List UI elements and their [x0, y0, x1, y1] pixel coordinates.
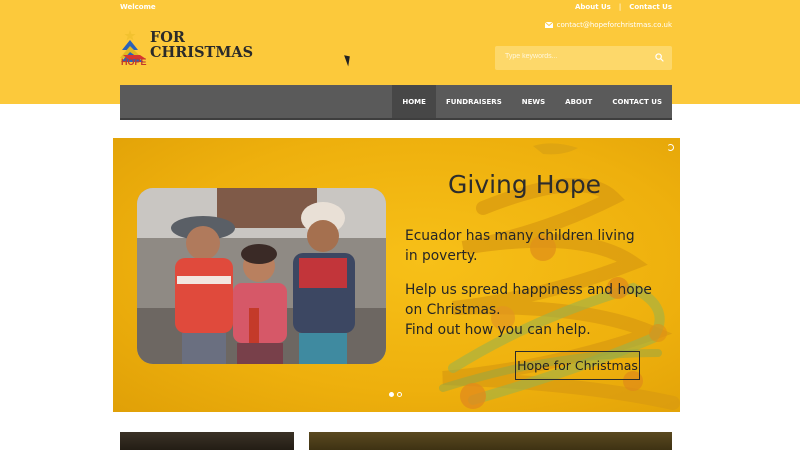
- slide-line-2: in poverty.: [405, 248, 478, 264]
- site-logo[interactable]: FOR CHRISTMAS HOPE: [118, 26, 253, 72]
- nav-item-home[interactable]: HOME: [392, 85, 436, 118]
- nav-item-about[interactable]: ABOUT: [555, 85, 602, 118]
- slide-line-1: Ecuador has many children living: [405, 228, 635, 244]
- slider-timer-icon: [667, 144, 674, 151]
- feature-thumbnail-2[interactable]: [309, 432, 672, 450]
- logo-line-for: FOR: [150, 29, 185, 46]
- main-navigation: HOME FUNDRAISERS NEWS ABOUT CONTACT US: [120, 85, 672, 120]
- top-links: About Us | Contact Us: [575, 3, 672, 11]
- search-input[interactable]: [505, 53, 645, 60]
- slide-text: Ecuador has many children living in pove…: [405, 226, 652, 340]
- about-us-link[interactable]: About Us: [575, 3, 611, 11]
- feature-thumbnail-1[interactable]: [120, 432, 294, 450]
- welcome-text: Welcome: [120, 3, 156, 11]
- nav-items: HOME FUNDRAISERS NEWS ABOUT CONTACT US: [392, 85, 672, 118]
- slider-dot-2[interactable]: [397, 392, 402, 397]
- hope-for-christmas-button[interactable]: Hope for Christmas: [515, 351, 640, 380]
- mouse-cursor: [344, 53, 353, 67]
- email-text[interactable]: contact@hopeforchristmas.co.uk: [557, 21, 672, 29]
- slider-pagination: [389, 392, 402, 397]
- slider-dot-1[interactable]: [389, 392, 394, 397]
- slide-title: Giving Hope: [448, 170, 602, 199]
- logo-hope: HOPE: [121, 57, 147, 67]
- nav-item-fundraisers[interactable]: FUNDRAISERS: [436, 85, 512, 118]
- contact-us-link[interactable]: Contact Us: [629, 3, 672, 11]
- logo-line-christmas: CHRISTMAS: [150, 44, 254, 61]
- nav-item-news[interactable]: NEWS: [512, 85, 555, 118]
- slide-line-5: Find out how you can help.: [405, 322, 591, 338]
- slide-line-3: Help us spread happiness and hope: [405, 282, 652, 298]
- hero-slider: Giving Hope Ecuador has many children li…: [113, 138, 680, 412]
- email-contact[interactable]: contact@hopeforchristmas.co.uk: [544, 21, 672, 29]
- logo-text: FOR CHRISTMAS: [150, 30, 253, 60]
- link-separator: |: [618, 3, 622, 11]
- slide-line-4: on Christmas.: [405, 302, 501, 318]
- search-box[interactable]: [495, 46, 672, 70]
- slide-spacer: [405, 266, 652, 280]
- mail-icon: [544, 22, 553, 28]
- search-icon[interactable]: [655, 53, 664, 62]
- children-photo: [137, 188, 386, 364]
- nav-item-contact-us[interactable]: CONTACT US: [602, 85, 672, 118]
